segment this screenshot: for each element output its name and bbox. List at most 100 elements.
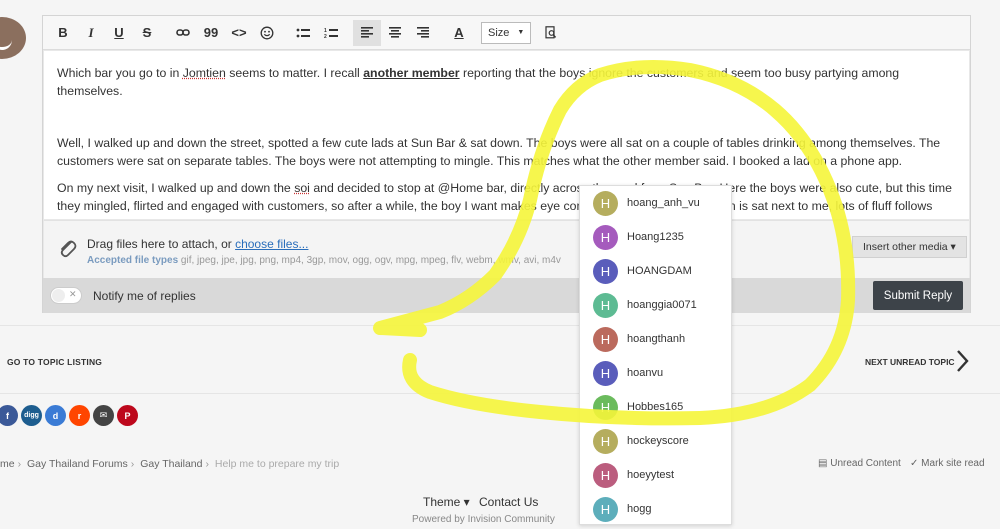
mark-site-read-link[interactable]: ✓ Mark site read xyxy=(910,458,985,469)
reddit-share-button[interactable]: r xyxy=(69,405,90,426)
notify-label: Notify me of replies xyxy=(93,289,196,303)
notify-toggle[interactable]: ✕ xyxy=(50,287,82,304)
italic-button[interactable]: I xyxy=(77,20,105,46)
insert-other-media-button[interactable]: Insert other media ▾ xyxy=(852,236,967,258)
align-center-icon xyxy=(389,27,401,38)
contact-us-link[interactable]: Contact Us xyxy=(479,495,538,509)
chevron-right-icon: › xyxy=(17,458,22,470)
pinterest-icon: P xyxy=(124,410,131,421)
attachment-area[interactable]: Drag files here to attach, or choose fil… xyxy=(44,220,969,278)
delicious-share-button[interactable]: d xyxy=(45,405,66,426)
mention-suggestion-item[interactable]: H Hoang1235 xyxy=(580,220,731,254)
underline-button[interactable]: U xyxy=(105,20,133,46)
text: On my next visit, I walked up and down t… xyxy=(57,181,295,195)
accepted-file-types: Accepted file types gif, jpeg, jpe, jpg,… xyxy=(87,255,561,266)
mention-suggestion-item[interactable]: Hhoanvu xyxy=(580,356,731,390)
mention-suggestion-item[interactable]: Hhoang_anh_vu xyxy=(580,186,731,220)
text: Which bar you go to in xyxy=(57,66,183,80)
user-avatar xyxy=(0,17,26,59)
mention-username: hoang_anh_vu xyxy=(627,197,700,209)
numbered-list-button[interactable]: 12 xyxy=(317,20,345,46)
mention-username: Hobbes165 xyxy=(627,401,684,413)
spellcheck-word: Jomtien xyxy=(182,66,226,80)
mention-username: HOANGDAM xyxy=(627,265,692,277)
editor-toolbar: B I U S 99 <> 12 A Size ▼ xyxy=(43,16,970,50)
avatar: H xyxy=(593,326,618,352)
reddit-icon: r xyxy=(77,410,82,421)
accepted-label: Accepted file types xyxy=(87,255,179,266)
mention-username: hoanggia0071 xyxy=(627,299,697,311)
reply-editor: B I U S 99 <> 12 A Size ▼ Which bar you … xyxy=(42,15,971,313)
envelope-icon: ✉ xyxy=(99,410,108,420)
mention-suggestion-item[interactable]: H Hobbes165 xyxy=(580,390,731,424)
chevron-right-icon[interactable] xyxy=(956,349,970,373)
powered-by-text: Powered by Invision Community xyxy=(412,514,555,525)
check-icon: ✓ xyxy=(910,458,922,469)
toggle-knob xyxy=(52,289,65,302)
bullet-list-icon xyxy=(296,28,310,37)
avatar: H xyxy=(593,428,618,454)
email-share-button[interactable]: ✉ xyxy=(93,405,114,426)
smiley-icon xyxy=(260,26,274,39)
mention-username: hogg xyxy=(627,503,652,515)
breadcrumb: me › Gay Thailand Forums › Gay Thailand › H… xyxy=(0,458,339,470)
numbered-list-icon: 12 xyxy=(324,28,338,39)
preview-button[interactable] xyxy=(537,20,565,46)
bold-button[interactable]: B xyxy=(49,20,77,46)
mention-suggestion-item[interactable]: Hhoangthanh xyxy=(580,322,731,356)
align-left-button[interactable] xyxy=(353,19,381,46)
facebook-share-button[interactable]: f xyxy=(0,405,18,426)
mention-username: hoanvu xyxy=(627,367,664,379)
text-color-button[interactable]: A xyxy=(445,20,473,46)
link-icon xyxy=(176,28,190,36)
avatar: H xyxy=(593,462,618,488)
unread-label: Unread Content xyxy=(830,458,901,469)
bullet-list-button[interactable] xyxy=(289,20,317,46)
submit-reply-button[interactable]: Submit Reply xyxy=(873,281,963,310)
theme-menu[interactable]: Theme ▾ xyxy=(423,495,470,509)
choose-files-link[interactable]: choose files... xyxy=(235,237,308,251)
mention-suggestion-item[interactable]: Hhockeyscore xyxy=(580,424,731,458)
strikethrough-button[interactable]: S xyxy=(133,20,161,46)
mention-suggestion-item[interactable]: Hhoeyytest xyxy=(580,458,731,492)
paragraph-3: On my next visit, I walked up and down t… xyxy=(57,180,956,215)
attach-text: Drag files here to attach, or xyxy=(87,237,236,251)
mention-suggestion-item[interactable]: Hhogg xyxy=(580,492,731,526)
font-size-select[interactable]: Size ▼ xyxy=(481,21,532,44)
breadcrumb-item-category[interactable]: Gay Thailand xyxy=(140,458,202,470)
font-size-label: Size xyxy=(488,26,510,39)
editor-content[interactable]: Which bar you go to in Jomtien seems to … xyxy=(44,51,969,219)
emoji-button[interactable] xyxy=(253,20,281,46)
accepted-types: gif, jpeg, jpe, jpg, png, mp4, 3gp, mov,… xyxy=(178,255,561,266)
quote-button[interactable]: 99 xyxy=(197,20,225,46)
facebook-icon: f xyxy=(6,410,9,421)
pinterest-share-button[interactable]: P xyxy=(117,405,138,426)
digg-icon: digg xyxy=(24,412,39,419)
chevron-right-icon: › xyxy=(205,458,209,470)
mention-username: hoeyytest xyxy=(627,469,675,481)
avatar: H xyxy=(593,258,618,284)
digg-share-button[interactable]: digg xyxy=(21,405,42,426)
unread-content-link[interactable]: ▤ Unread Content xyxy=(818,458,901,469)
svg-text:2: 2 xyxy=(324,34,327,39)
align-right-icon xyxy=(417,27,429,38)
next-unread-topic-link[interactable]: NEXT UNREAD TOPIC xyxy=(865,357,955,367)
code-button[interactable]: <> xyxy=(225,20,253,46)
spellcheck-word: soi xyxy=(294,181,310,195)
go-to-topic-listing-link[interactable]: GO TO TOPIC LISTING xyxy=(7,357,102,367)
avatar: H xyxy=(593,224,618,250)
avatar: H xyxy=(593,394,618,420)
breadcrumb-item-forums[interactable]: Gay Thailand Forums xyxy=(27,458,128,470)
align-center-button[interactable] xyxy=(381,20,409,46)
link-button[interactable] xyxy=(169,20,197,46)
align-left-icon xyxy=(361,27,373,38)
mention-autocomplete: Hhoang_anh_vu H Hoang1235 H HOANGDAM Hhoanggi… xyxy=(579,185,732,525)
breadcrumb-item-home[interactable]: me xyxy=(0,458,15,470)
avatar: H xyxy=(593,360,618,386)
align-right-button[interactable] xyxy=(409,20,437,46)
mention-suggestion-item[interactable]: Hhoanggia0071 xyxy=(580,288,731,322)
paragraph-1: Which bar you go to in Jomtien seems to … xyxy=(57,65,956,100)
mention-link[interactable]: another member xyxy=(363,66,459,80)
mention-suggestion-item[interactable]: H HOANGDAM xyxy=(580,254,731,288)
breadcrumb-item-current: Help me to prepare my trip xyxy=(214,458,340,470)
